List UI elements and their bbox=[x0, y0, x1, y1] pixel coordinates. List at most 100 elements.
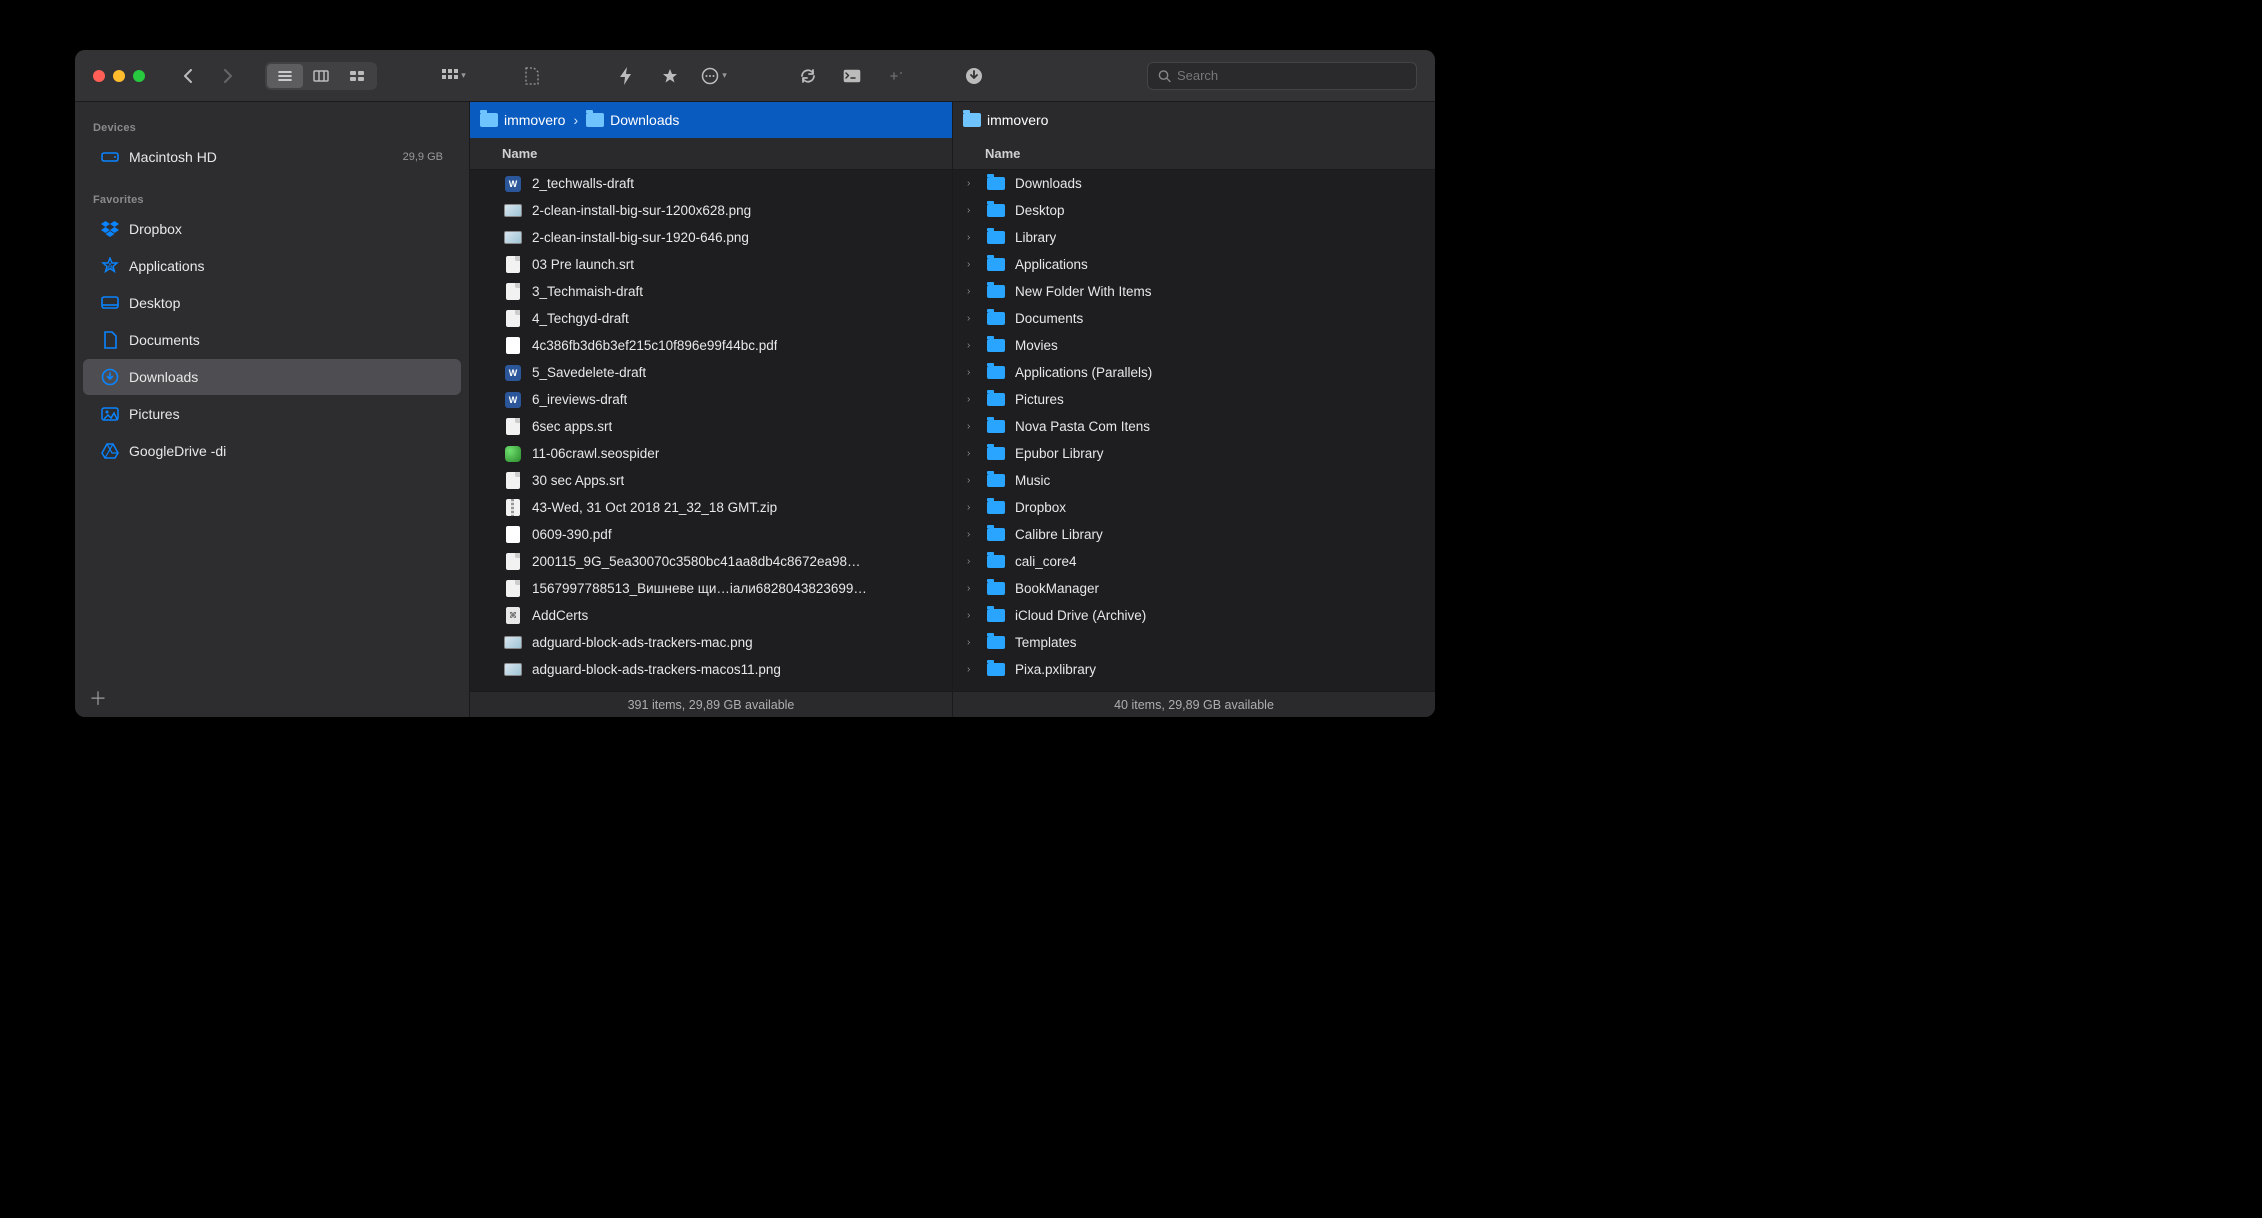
word-icon: W bbox=[504, 391, 522, 409]
path-segment-label: Downloads bbox=[610, 112, 679, 128]
file-row[interactable]: ›4_Techgyd-draft bbox=[470, 305, 952, 332]
file-row[interactable]: ›1567997788513_Вишневе щи…іали6828043823… bbox=[470, 575, 952, 602]
sidebar-item-macintosh-hd[interactable]: Macintosh HD29,9 GB bbox=[83, 139, 461, 175]
file-row[interactable]: ›6sec apps.srt bbox=[470, 413, 952, 440]
folder-icon bbox=[987, 526, 1005, 544]
file-row[interactable]: ›Dropbox bbox=[953, 494, 1435, 521]
new-file-button[interactable] bbox=[515, 62, 549, 90]
file-row[interactable]: ›adguard-block-ads-trackers-macos11.png bbox=[470, 656, 952, 683]
file-row[interactable]: ›New Folder With Items bbox=[953, 278, 1435, 305]
more-actions-button[interactable]: ▾ bbox=[697, 62, 731, 90]
column-view-button[interactable] bbox=[303, 64, 339, 88]
file-row[interactable]: › Music bbox=[953, 467, 1435, 494]
sh-icon: ⌘ bbox=[504, 607, 522, 625]
sidebar-item-label: Macintosh HD bbox=[129, 149, 393, 165]
file-name: Music bbox=[1015, 473, 1050, 488]
file-name: 3_Techmaish-draft bbox=[532, 284, 643, 299]
file-row[interactable]: ›Applications (Parallels) bbox=[953, 359, 1435, 386]
folder-icon bbox=[987, 364, 1005, 382]
path-segment[interactable]: immovero bbox=[480, 112, 565, 128]
file-list[interactable]: ›Downloads›Desktop›Library›Applications›… bbox=[953, 170, 1435, 691]
file-row[interactable]: ›0609-390.pdf bbox=[470, 521, 952, 548]
file-row[interactable]: ›Epubor Library bbox=[953, 440, 1435, 467]
file-row[interactable]: ›Movies bbox=[953, 332, 1435, 359]
file-row[interactable]: ›200115_9G_5ea30070c3580bc41aa8db4c8672e… bbox=[470, 548, 952, 575]
file-row[interactable]: › Pixa.pxlibrary bbox=[953, 656, 1435, 683]
add-action-button[interactable] bbox=[879, 62, 913, 90]
file-row[interactable]: ›2-clean-install-big-sur-1200x628.png bbox=[470, 197, 952, 224]
sidebar-add-button[interactable]: ＋ bbox=[87, 687, 109, 709]
path-bar[interactable]: immovero›Downloads bbox=[470, 102, 952, 138]
search-field[interactable] bbox=[1147, 62, 1417, 90]
file-row[interactable]: ›adguard-block-ads-trackers-mac.png bbox=[470, 629, 952, 656]
sidebar-item-pictures[interactable]: Pictures bbox=[83, 396, 461, 432]
disclosure-icon: › bbox=[967, 475, 977, 486]
disclosure-icon: › bbox=[967, 556, 977, 567]
doc-icon bbox=[504, 553, 522, 571]
file-row[interactable]: ›W2_techwalls-draft bbox=[470, 170, 952, 197]
zip-icon bbox=[504, 499, 522, 517]
search-input[interactable] bbox=[1177, 68, 1406, 83]
file-row[interactable]: ›Documents bbox=[953, 305, 1435, 332]
back-button[interactable] bbox=[173, 64, 203, 88]
path-segment[interactable]: Downloads bbox=[586, 112, 679, 128]
disclosure-icon: › bbox=[967, 664, 977, 675]
sidebar-item-googledrive-di[interactable]: GoogleDrive -di bbox=[83, 433, 461, 469]
minimize-window-button[interactable] bbox=[113, 70, 125, 82]
file-row[interactable]: ›43-Wed, 31 Oct 2018 21_32_18 GMT.zip bbox=[470, 494, 952, 521]
file-row[interactable]: ›Downloads bbox=[953, 170, 1435, 197]
file-name: 2-clean-install-big-sur-1920-646.png bbox=[532, 230, 749, 245]
file-row[interactable]: ›3_Techmaish-draft bbox=[470, 278, 952, 305]
file-row[interactable]: ›W6_ireviews-draft bbox=[470, 386, 952, 413]
download-button[interactable] bbox=[957, 62, 991, 90]
file-name: Pixa.pxlibrary bbox=[1015, 662, 1096, 677]
file-row[interactable]: ›cali_core4 bbox=[953, 548, 1435, 575]
column-header[interactable]: Name bbox=[953, 138, 1435, 170]
path-segment[interactable]: immovero bbox=[963, 112, 1048, 128]
quick-action-button[interactable] bbox=[609, 62, 643, 90]
disclosure-icon: › bbox=[967, 448, 977, 459]
file-name: Calibre Library bbox=[1015, 527, 1103, 542]
sidebar-section-title: Devices bbox=[75, 116, 469, 138]
terminal-button[interactable] bbox=[835, 62, 869, 90]
sidebar-item-dropbox[interactable]: Dropbox bbox=[83, 211, 461, 247]
gallery-view-button[interactable] bbox=[339, 64, 375, 88]
file-row[interactable]: ›2-clean-install-big-sur-1920-646.png bbox=[470, 224, 952, 251]
file-row[interactable]: ›W5_Savedelete-draft bbox=[470, 359, 952, 386]
sidebar-item-downloads[interactable]: Downloads bbox=[83, 359, 461, 395]
forward-button[interactable] bbox=[213, 64, 243, 88]
file-row[interactable]: ›Calibre Library bbox=[953, 521, 1435, 548]
file-row[interactable]: ›Library bbox=[953, 224, 1435, 251]
sync-button[interactable] bbox=[791, 62, 825, 90]
file-row[interactable]: ›BookManager bbox=[953, 575, 1435, 602]
status-bar: 391 items, 29,89 GB available bbox=[470, 691, 952, 717]
sidebar-item-applications[interactable]: AApplications bbox=[83, 248, 461, 284]
file-name: 43-Wed, 31 Oct 2018 21_32_18 GMT.zip bbox=[532, 500, 777, 515]
file-row[interactable]: ›Nova Pasta Com Itens bbox=[953, 413, 1435, 440]
file-row[interactable]: ›Templates bbox=[953, 629, 1435, 656]
file-row[interactable]: ›11-06crawl.seospider bbox=[470, 440, 952, 467]
file-pane: immovero›DownloadsName›W2_techwalls-draf… bbox=[470, 102, 953, 717]
path-bar[interactable]: immovero bbox=[953, 102, 1435, 138]
list-view-button[interactable] bbox=[267, 64, 303, 88]
tag-button[interactable] bbox=[653, 62, 687, 90]
file-name: Applications (Parallels) bbox=[1015, 365, 1152, 380]
sidebar-item-documents[interactable]: Documents bbox=[83, 322, 461, 358]
fullscreen-window-button[interactable] bbox=[133, 70, 145, 82]
close-window-button[interactable] bbox=[93, 70, 105, 82]
file-row[interactable]: ›30 sec Apps.srt bbox=[470, 467, 952, 494]
file-row[interactable]: ›4c386fb3d6b3ef215c10f896e99f44bc.pdf bbox=[470, 332, 952, 359]
file-list[interactable]: ›W2_techwalls-draft›2-clean-install-big-… bbox=[470, 170, 952, 691]
column-header[interactable]: Name bbox=[470, 138, 952, 170]
file-row[interactable]: ›Applications bbox=[953, 251, 1435, 278]
file-row[interactable]: ›03 Pre launch.srt bbox=[470, 251, 952, 278]
file-row[interactable]: ›⌘AddCerts bbox=[470, 602, 952, 629]
file-row[interactable]: ›iCloud Drive (Archive) bbox=[953, 602, 1435, 629]
doc-icon bbox=[504, 283, 522, 301]
sidebar-item-desktop[interactable]: Desktop bbox=[83, 285, 461, 321]
file-row[interactable]: ›Desktop bbox=[953, 197, 1435, 224]
sidebar-item-label: Applications bbox=[129, 258, 443, 274]
group-by-button[interactable]: ▾ bbox=[437, 62, 471, 90]
disclosure-icon: › bbox=[967, 340, 977, 351]
file-row[interactable]: ›Pictures bbox=[953, 386, 1435, 413]
